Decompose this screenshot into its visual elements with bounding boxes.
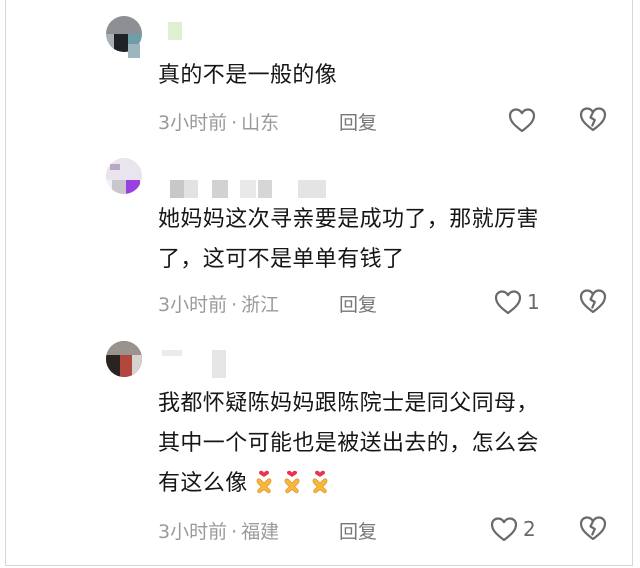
like-button[interactable] bbox=[507, 105, 541, 135]
like-count: 2 bbox=[523, 517, 536, 541]
comment-text-body: 我都怀疑陈妈妈跟陈院士是同父同母， 其中一个可能也是被送出去的，怎么会 有这么像 bbox=[158, 391, 539, 496]
heart-hands-emoji bbox=[280, 469, 304, 495]
reply-button[interactable]: 回复 bbox=[339, 108, 377, 135]
comment-time: 3小时前 bbox=[158, 294, 228, 316]
meta-separator: · bbox=[231, 294, 238, 316]
comment-location: 福建 bbox=[241, 521, 280, 543]
comment-text: 真的不是一般的像 bbox=[158, 63, 338, 88]
username-redacted[interactable] bbox=[162, 350, 242, 378]
heart-hands-emoji bbox=[252, 469, 276, 495]
username-redacted[interactable] bbox=[122, 22, 192, 58]
username-redacted[interactable] bbox=[170, 180, 330, 200]
reply-button[interactable]: 回复 bbox=[339, 517, 377, 544]
meta-separator: · bbox=[231, 521, 238, 543]
broken-heart-icon bbox=[578, 514, 608, 542]
emoji-group bbox=[248, 469, 332, 496]
dislike-button[interactable] bbox=[578, 287, 608, 315]
avatar[interactable] bbox=[106, 341, 142, 377]
reply-button[interactable]: 回复 bbox=[339, 290, 377, 317]
comment-time: 3小时前 bbox=[158, 521, 228, 543]
comment-meta: 3小时前 · 山东 bbox=[158, 108, 279, 135]
dislike-button[interactable] bbox=[578, 514, 608, 542]
like-button[interactable]: 1 bbox=[493, 287, 540, 317]
comment-location: 山东 bbox=[241, 112, 280, 134]
like-count: 1 bbox=[527, 290, 540, 314]
comment-meta: 3小时前 · 浙江 bbox=[158, 290, 279, 317]
broken-heart-icon bbox=[578, 287, 608, 315]
broken-heart-icon bbox=[578, 105, 608, 133]
meta-separator: · bbox=[231, 112, 238, 134]
heart-hands-emoji bbox=[308, 469, 332, 495]
comment-location: 浙江 bbox=[241, 294, 280, 316]
heart-icon bbox=[507, 106, 537, 134]
heart-icon bbox=[489, 515, 519, 543]
comment-text: 我都怀疑陈妈妈跟陈院士是同父同母， 其中一个可能也是被送出去的，怎么会 有这么像 bbox=[158, 384, 618, 504]
comment-time: 3小时前 bbox=[158, 112, 228, 134]
comment-text: 她妈妈这次寻亲要是成功了，那就厉害 了，这可不是单单有钱了 bbox=[158, 207, 539, 272]
like-button[interactable]: 2 bbox=[489, 514, 536, 544]
heart-icon bbox=[493, 288, 523, 316]
dislike-button[interactable] bbox=[578, 105, 608, 133]
avatar[interactable] bbox=[106, 158, 142, 194]
comment-meta: 3小时前 · 福建 bbox=[158, 517, 279, 544]
